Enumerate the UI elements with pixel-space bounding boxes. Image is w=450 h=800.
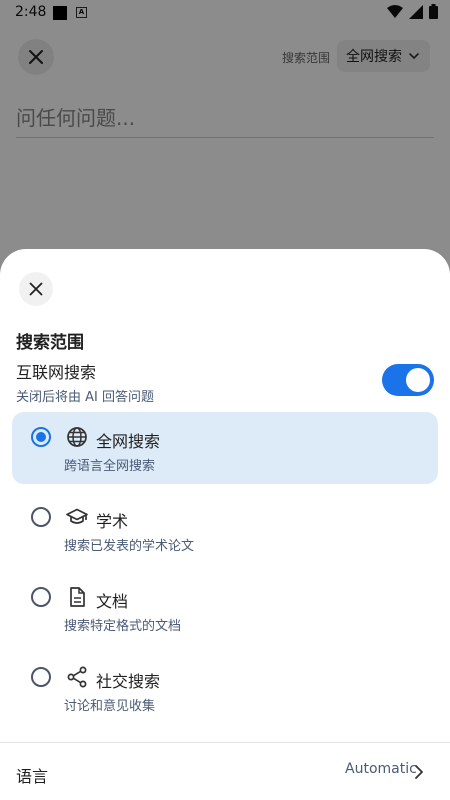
chevron-right-icon[interactable]	[414, 764, 424, 780]
scope-option-description: 讨论和意见收集	[64, 699, 156, 714]
internet-search-label: 互联网搜索	[16, 363, 97, 382]
scope-option-description: 搜索已发表的学术论文	[64, 539, 195, 554]
internet-search-toggle[interactable]	[382, 364, 434, 396]
sheet-title: 搜索范围	[16, 333, 84, 353]
scope-option-label: 全网搜索	[96, 432, 161, 451]
toggle-knob	[406, 368, 430, 392]
radio-button-selected[interactable]	[31, 427, 51, 447]
scope-option-label: 社交搜索	[96, 672, 161, 691]
scope-option-description: 搜索特定格式的文档	[64, 619, 182, 634]
globe-icon	[67, 427, 87, 447]
graduation-cap-icon	[66, 508, 88, 524]
scope-option-academic[interactable]: 学术 搜索已发表的学术论文	[12, 492, 438, 564]
sheet-close-button[interactable]	[19, 272, 53, 306]
scope-option-web[interactable]: 全网搜索 跨语言全网搜索	[12, 412, 438, 484]
radio-button[interactable]	[31, 587, 51, 607]
divider	[0, 742, 450, 743]
scope-option-label: 学术	[96, 512, 129, 531]
scope-option-description: 跨语言全网搜索	[64, 459, 156, 474]
language-value[interactable]: Automatic	[345, 761, 417, 777]
document-icon	[70, 587, 85, 607]
close-icon	[29, 282, 43, 296]
internet-search-description: 关闭后将由 AI 回答问题	[16, 390, 154, 405]
radio-button[interactable]	[31, 507, 51, 527]
scope-option-label: 文档	[96, 592, 129, 611]
share-icon	[67, 666, 87, 688]
radio-button[interactable]	[31, 667, 51, 687]
scope-option-documents[interactable]: 文档 搜索特定格式的文档	[12, 572, 438, 644]
scope-option-social[interactable]: 社交搜索 讨论和意见收集	[12, 652, 438, 724]
search-scope-sheet: 搜索范围 互联网搜索 关闭后将由 AI 回答问题 全网搜索 跨语言全网搜索 学术…	[0, 249, 450, 800]
language-label: 语言	[16, 767, 49, 786]
